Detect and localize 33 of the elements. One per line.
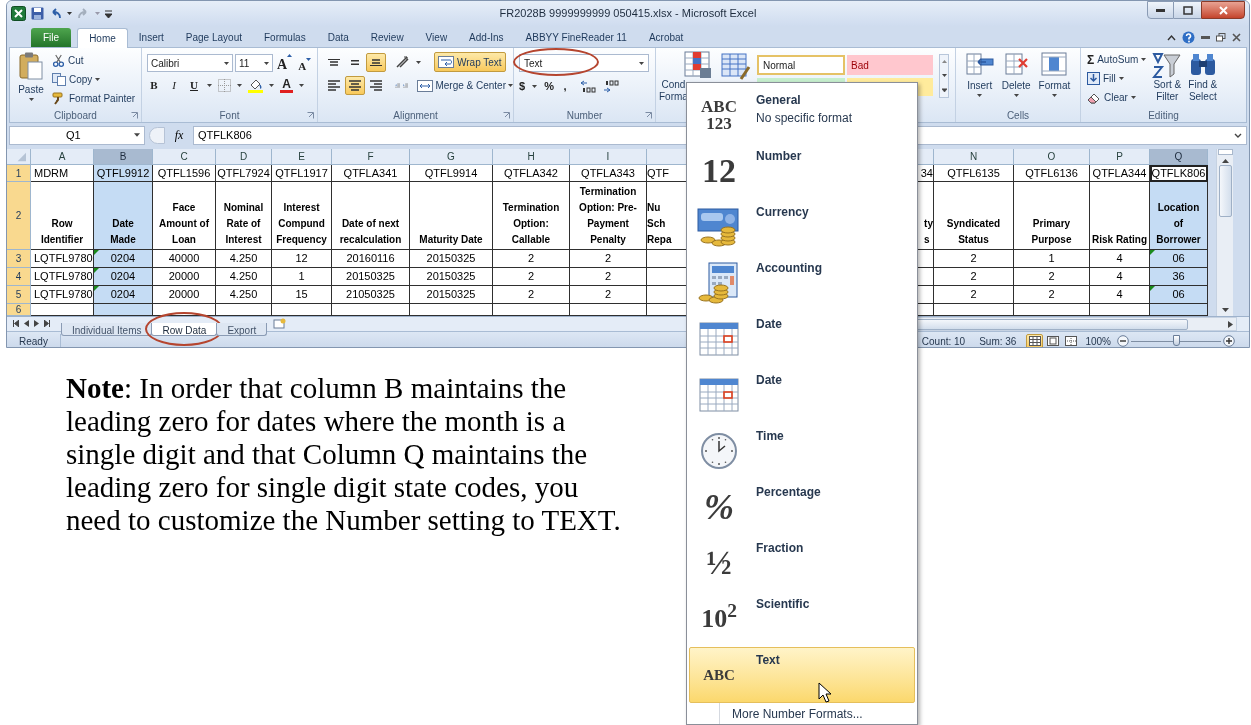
cell-text: 06 xyxy=(1172,287,1185,303)
group-label: Font xyxy=(219,108,240,123)
group-label: Clipboard xyxy=(54,108,97,123)
menu-item-label: Date xyxy=(756,372,782,389)
menu-item-label: Currency xyxy=(756,204,809,221)
status-text: Ready xyxy=(7,333,61,347)
menu-item-label: Scientific xyxy=(756,596,810,613)
group-label: Cells xyxy=(1006,108,1030,123)
group-label: Editing xyxy=(1148,108,1179,123)
menu-item-label: General xyxy=(756,92,802,109)
cell-text: 06 xyxy=(1172,251,1185,267)
cell-text: 0204 xyxy=(110,269,136,285)
menu-item-label: Date xyxy=(756,316,782,333)
format-glyph: ½ xyxy=(706,545,732,581)
cell-text: 0204 xyxy=(110,287,136,303)
format-glyph: % xyxy=(704,488,734,526)
group-label: Alignment xyxy=(393,108,438,123)
group-label: Number xyxy=(566,108,603,123)
window-title: FR2028B 9999999999 050415.xlsx - Microsoft Excel xyxy=(498,6,758,22)
menu-item-label: Accounting xyxy=(756,260,822,277)
menu-item-label: Text xyxy=(756,652,780,669)
format-glyph: 10$^{2}$ xyxy=(701,604,737,634)
menu-item-description: No specific format xyxy=(756,110,853,127)
menu-item-label: Fraction xyxy=(756,540,804,557)
note-paragraph: Note: In order that column B maintains the leading zero for dates where the month is a single digit and that Column Q maintains the leading zero for single digit state codes, you need to customize the Number setting to TEXT. xyxy=(66,372,622,537)
cell-text: 0204 xyxy=(110,251,136,267)
format-glyph: ABC xyxy=(703,667,735,683)
menu-item-label: Number xyxy=(756,148,802,165)
menu-item-label: Time xyxy=(756,428,784,445)
menu-item-label: Percentage xyxy=(756,484,821,501)
status-count: Count: 10 xyxy=(921,334,966,347)
status-sum: Sum: 36 xyxy=(979,334,1017,347)
format-glyph: 12 xyxy=(702,153,736,189)
